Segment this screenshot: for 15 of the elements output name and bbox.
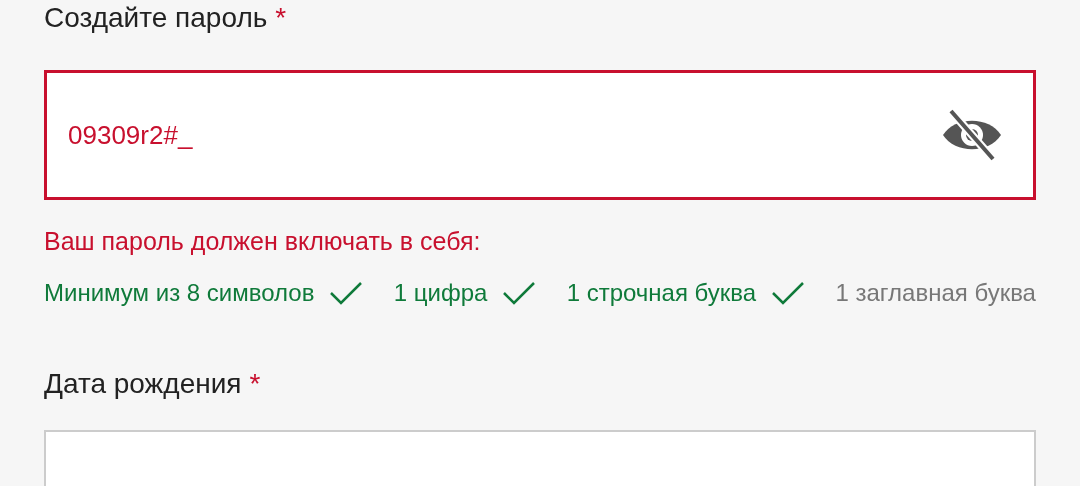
requirement-text: 1 цифра	[393, 278, 488, 308]
check-icon	[328, 280, 365, 306]
password-value: 09309r2#_	[68, 119, 194, 151]
check-icon	[770, 280, 807, 306]
check-icon	[501, 280, 538, 306]
requirements-title: Ваш пароль должен включать в себя:	[44, 226, 482, 256]
requirement-text: Минимум из 8 символов	[44, 278, 315, 308]
required-mark: *	[249, 367, 261, 401]
field-label: Дата рождения	[44, 367, 242, 401]
requirement-text: 1 строчная буква	[566, 278, 757, 308]
requirement-text: 1 заглавная буква	[835, 278, 1036, 308]
required-mark: *	[275, 1, 287, 35]
password-field[interactable]: 09309r2#_	[44, 70, 1036, 200]
field-label: Создайте пароль	[44, 1, 268, 35]
eye-slash-icon[interactable]	[941, 108, 1003, 162]
